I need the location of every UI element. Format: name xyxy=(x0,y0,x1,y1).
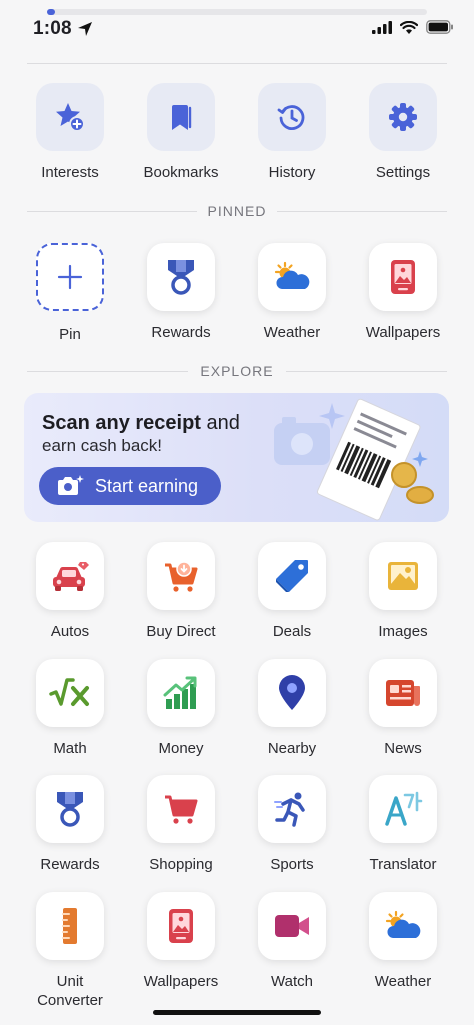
tag-icon xyxy=(276,560,308,592)
video-camera-icon xyxy=(275,915,309,937)
tile-weather-explore[interactable]: Weather xyxy=(348,892,458,991)
tile-label: News xyxy=(384,740,422,757)
tile-money[interactable]: Money xyxy=(126,659,236,758)
medal-icon xyxy=(57,792,83,827)
tile-history[interactable]: History xyxy=(237,83,347,182)
tile-pin[interactable]: Pin xyxy=(15,243,125,344)
tile-label: Images xyxy=(378,623,428,640)
receipt-promo-banner[interactable]: Scan any receipt and earn cash back! Sta… xyxy=(24,393,449,522)
medal-icon xyxy=(168,260,194,295)
camera-sparkle-icon xyxy=(58,475,84,495)
translate-icon xyxy=(385,791,423,826)
home-indicator[interactable] xyxy=(153,1010,321,1015)
cellular-signal-icon xyxy=(372,20,392,34)
tile-settings[interactable]: Settings xyxy=(348,83,458,182)
tile-label: Weather xyxy=(263,324,321,341)
tile-label: Rewards xyxy=(151,324,211,341)
tile-interests[interactable]: Interests xyxy=(15,83,125,182)
shopping-cart-icon xyxy=(165,795,198,824)
tile-label: Autos xyxy=(50,623,90,640)
star-plus-icon xyxy=(56,103,85,132)
tile-label: Settings xyxy=(375,164,431,181)
tile-label: Sports xyxy=(270,856,314,873)
tile-label: Deals xyxy=(272,623,312,640)
map-pin-icon xyxy=(279,675,305,710)
ruler-icon xyxy=(62,908,77,944)
bookmarks-icon xyxy=(172,105,192,130)
runner-icon xyxy=(274,792,305,827)
page-load-progress-fill xyxy=(47,9,55,15)
tile-label: Pin xyxy=(59,326,81,343)
tile-watch[interactable]: Watch xyxy=(237,892,347,991)
divider xyxy=(27,63,447,64)
plus-icon xyxy=(57,264,83,290)
tile-news[interactable]: News xyxy=(348,659,458,758)
wallpaper-phone-icon xyxy=(391,260,415,294)
battery-icon xyxy=(426,20,453,34)
tile-buy-direct[interactable]: Buy Direct xyxy=(126,542,236,641)
tile-bookmarks[interactable]: Bookmarks xyxy=(126,83,236,182)
tile-nearby[interactable]: Nearby xyxy=(237,659,347,758)
cart-download-icon xyxy=(165,561,198,592)
tile-translator[interactable]: Translator xyxy=(348,775,458,874)
wifi-icon xyxy=(400,20,418,34)
tile-weather[interactable]: Weather xyxy=(237,243,347,342)
start-earning-label: Start earning xyxy=(95,475,199,496)
chart-up-icon xyxy=(163,676,197,709)
tile-label: Math xyxy=(53,740,87,757)
history-icon xyxy=(277,105,305,130)
tile-images[interactable]: Images xyxy=(348,542,458,641)
tile-label: Shopping xyxy=(149,856,213,873)
status-bar: 1:08 xyxy=(0,0,474,46)
tile-label: Watch xyxy=(271,973,313,990)
tile-label: History xyxy=(268,164,316,181)
start-earning-button[interactable]: Start earning xyxy=(39,467,221,505)
location-arrow-icon xyxy=(78,22,92,36)
tile-label: Wallpapers xyxy=(365,324,441,341)
banner-subline: earn cash back! xyxy=(42,436,163,455)
newspaper-icon xyxy=(386,680,420,706)
tile-label: Money xyxy=(158,740,204,757)
tile-label: Wallpapers xyxy=(143,973,219,990)
explore-section-heading: EXPLORE xyxy=(27,361,447,381)
tile-label: Nearby xyxy=(267,740,317,757)
tile-wallpapers-explore[interactable]: Wallpapers xyxy=(126,892,236,991)
tile-sports[interactable]: Sports xyxy=(237,775,347,874)
tile-rewards[interactable]: Rewards xyxy=(126,243,236,342)
gear-icon xyxy=(389,103,417,131)
tile-deals[interactable]: Deals xyxy=(237,542,347,641)
banner-headline: Scan any receipt and xyxy=(42,412,240,434)
status-time: 1:08 xyxy=(33,18,72,39)
wallpaper-phone-icon xyxy=(169,909,193,943)
page-load-progress xyxy=(47,9,427,15)
sun-cloud-icon xyxy=(385,910,421,938)
tile-label: Rewards xyxy=(40,856,100,873)
tile-label: Interests xyxy=(41,164,99,181)
tile-label: Bookmarks xyxy=(143,164,219,181)
tile-label: Translator xyxy=(369,856,437,873)
tile-label: Unit Converter xyxy=(37,973,103,1009)
tile-unit-converter[interactable]: Unit Converter xyxy=(15,892,125,1010)
tile-autos[interactable]: Autos xyxy=(15,542,125,641)
math-sqrt-icon xyxy=(49,678,89,706)
tile-shopping[interactable]: Shopping xyxy=(126,775,236,874)
pinned-section-heading: PINNED xyxy=(27,201,447,221)
receipt-coins-illustration xyxy=(274,398,434,521)
tile-rewards-explore[interactable]: Rewards xyxy=(15,775,125,874)
sun-cloud-icon xyxy=(274,261,310,289)
tile-label: Buy Direct xyxy=(146,623,216,640)
tile-label: Weather xyxy=(374,973,432,990)
car-icon xyxy=(53,562,89,591)
image-icon xyxy=(388,562,418,590)
tile-wallpapers[interactable]: Wallpapers xyxy=(348,243,458,342)
tile-math[interactable]: Math xyxy=(15,659,125,758)
